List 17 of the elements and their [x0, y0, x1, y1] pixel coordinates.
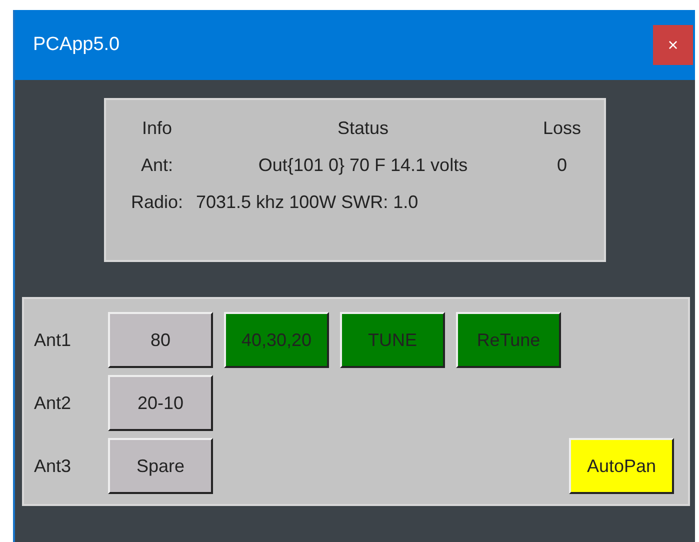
column-header: Loss — [542, 118, 582, 139]
window-title: PCApp5.0 — [33, 34, 120, 56]
table-cell-text: 0 — [556, 155, 568, 176]
antenna-label: Ant3 — [34, 456, 72, 476]
band-button[interactable]: 80 — [108, 312, 213, 368]
antenna-label: Ant1 — [34, 330, 72, 350]
table-cell-text: Radio: — [130, 192, 184, 213]
close-button[interactable]: × — [653, 25, 693, 65]
autopan-button[interactable]: AutoPan — [569, 438, 674, 494]
table-cell-text: 7031.5 khz 100W SWR: 1.0 — [195, 192, 420, 213]
column-header: Status — [336, 118, 390, 139]
antenna-label: Ant2 — [34, 392, 72, 414]
band-button[interactable]: 20-10 — [108, 375, 213, 431]
band-button[interactable]: Spare — [108, 438, 213, 494]
table-cell-text: Ant: — [140, 155, 174, 176]
column-header: Info — [140, 118, 174, 139]
table-cell-text: Out{101 0} 70 F 14.1 volts — [257, 155, 469, 176]
